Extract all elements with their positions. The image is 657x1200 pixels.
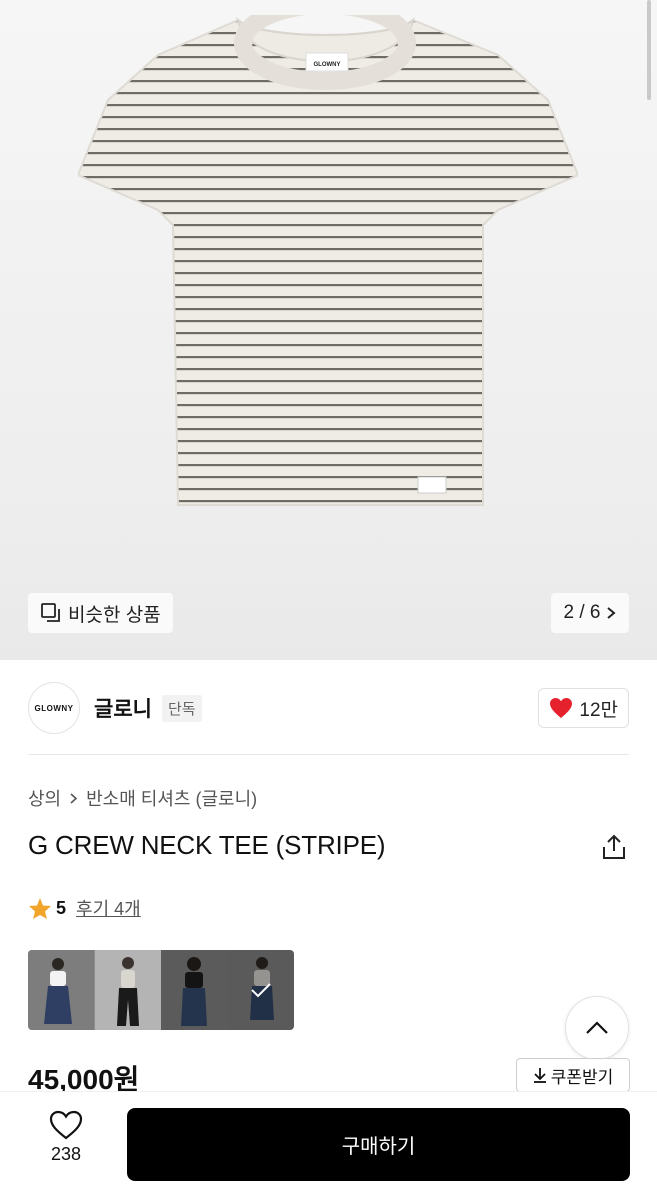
model-photo [28,950,94,1030]
pager-text: 2 / 6 [563,602,601,623]
brand-like-count: 12만 [579,699,618,721]
product-image-tee: GLOWNY [78,15,578,506]
star-icon [29,897,51,919]
breadcrumb-category[interactable]: 상의 [28,785,61,811]
exclusive-badge: 단독 [161,694,202,722]
similar-products-button[interactable]: 비슷한 상품 [28,593,173,633]
buy-button-label: 구매하기 [341,1136,416,1158]
heart-icon [49,1110,83,1140]
divider [28,754,629,755]
buy-button[interactable]: 구매하기 [127,1108,630,1181]
product-title: G CREW NECK TEE (STRIPE) [28,830,386,860]
model-photo [161,950,228,1030]
image-pager[interactable]: 2 / 6 [551,593,629,633]
review-link[interactable]: 후기 4개 [76,895,141,921]
chevron-right-icon [70,792,78,804]
breadcrumb-subcategory[interactable]: 반소매 티셔츠 (글로니) [86,785,257,811]
neck-label-text: GLOWNY [314,62,341,68]
styling-thumbnails [28,950,294,1030]
rating: 5 후기 4개 [28,895,141,921]
brand-row: GLOWNY 글로니 단독 12만 [28,680,629,736]
check-icon [250,983,271,998]
chevron-right-icon [607,607,617,619]
rating-score: 5 [56,897,67,918]
wishlist-button[interactable]: 238 [36,1110,96,1180]
breadcrumb: 상의 반소매 티셔츠 (글로니) [28,785,257,811]
styling-thumbnail[interactable] [161,950,228,1030]
styling-thumbnail[interactable] [28,950,95,1030]
brand-name[interactable]: 글로니 [94,693,152,723]
product-image-gallery[interactable]: GLOWNY 비슷한 상품 2 / 6 [0,0,657,660]
download-icon [533,1068,546,1083]
heart-icon [550,698,573,718]
similar-products-label: 비슷한 상품 [68,604,161,626]
wishlist-count: 238 [50,1144,82,1164]
styling-thumbnail[interactable] [94,950,162,1030]
brand-logo[interactable]: GLOWNY [28,682,80,734]
scroll-indicator [647,0,651,100]
coupon-label: 쿠폰받기 [550,1067,614,1087]
similar-icon [41,603,60,622]
coupon-button[interactable]: 쿠폰받기 [516,1058,630,1092]
share-icon[interactable] [601,833,627,861]
styling-thumbnail-selected[interactable] [227,950,295,1030]
bottom-action-bar: 238 구매하기 [0,1092,657,1200]
scroll-to-top-button[interactable] [565,996,629,1060]
model-photo [94,950,162,1030]
chevron-up-icon [586,1021,608,1034]
brand-like-button[interactable]: 12만 [538,688,629,728]
brand-logo-text: GLOWNY [34,703,74,713]
